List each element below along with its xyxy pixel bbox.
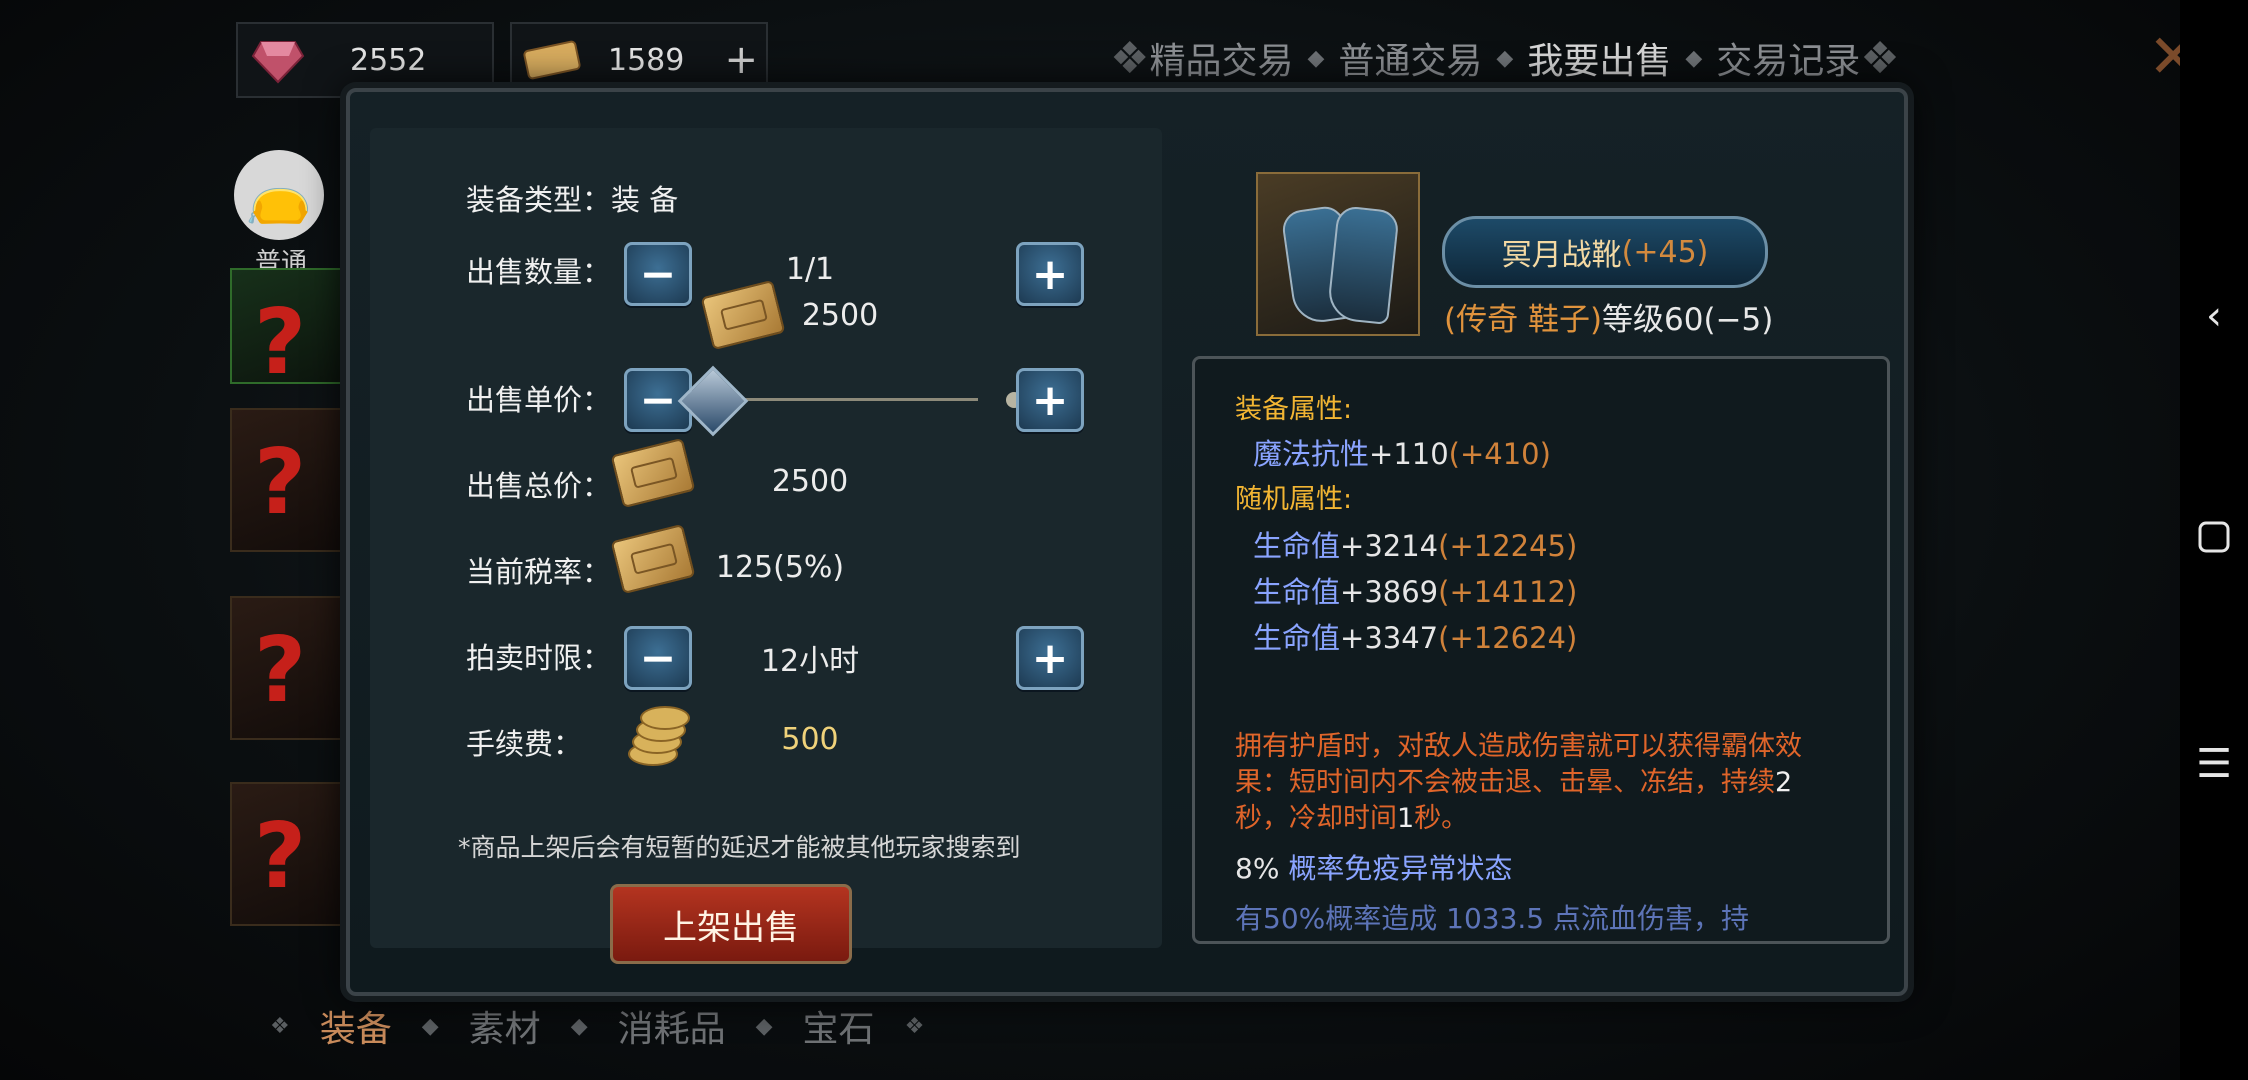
ticket-amount: 1589: [608, 42, 685, 78]
bag-icon: 👝: [234, 150, 324, 240]
time-decrease-button[interactable]: −: [624, 626, 692, 690]
gem-amount: 2552: [350, 42, 427, 78]
total-price-value: 2500: [771, 464, 849, 499]
gold-ticket-icon: [520, 32, 584, 88]
tabs-left-ornament: ❖: [1110, 32, 1150, 84]
menu-icon[interactable]: ☰: [2194, 744, 2234, 784]
tabs-right-ornament: ❖: [1860, 32, 1900, 84]
tab-sell[interactable]: 我要出售: [1527, 32, 1671, 84]
immune-attr: 8% 概率免疫异常状态: [1235, 852, 1513, 885]
item-rarity-level: (传奇 鞋子)等级60(−5): [1444, 294, 1773, 339]
equip-type-row: 装备类型： 装 备: [466, 168, 678, 228]
random-attr-header: 随机属性:: [1235, 484, 1353, 515]
equip-type-value: 装 备: [611, 183, 679, 217]
helmet-icon: ?: [254, 804, 307, 909]
auction-time-value: 12小时: [760, 644, 860, 679]
equip-attr-header: 装备属性:: [1235, 394, 1353, 425]
total-price-label: 出售总价：: [466, 469, 612, 503]
bleed-attr-clipped: 有50%概率造成 1033.5 点流血伤害，持: [1235, 902, 1750, 935]
qty-value: 1/1: [785, 252, 835, 287]
item-name: 冥月战靴: [1501, 238, 1622, 273]
boots-icon: ?: [254, 618, 307, 723]
system-nav-bar: ‹ ☰: [2180, 0, 2248, 1080]
item-name-bonus: (+45): [1621, 234, 1709, 270]
sell-form: 装备类型： 装 备 出售数量： − 1/1 + 2500 出售单价： − + 出…: [370, 128, 1162, 964]
gold-coins-icon: [618, 698, 690, 768]
time-increase-button[interactable]: +: [1016, 626, 1084, 690]
unit-price-label: 出售单价：: [466, 383, 612, 417]
tab-materials[interactable]: 素材: [469, 1000, 541, 1052]
sell-dialog: 装备类型： 装 备 出售数量： − 1/1 + 2500 出售单价： − + 出…: [346, 88, 1908, 996]
item-skill-description: 拥有护盾时，对敌人造成伤害就可以获得霸体效果：短时间内不会被击退、击晕、冻结，持…: [1235, 731, 1802, 834]
listing-delay-note: *商品上架后会有短暂的延迟才能被其他玩家搜索到: [458, 833, 1021, 862]
category-tabs: ❖ 装备 ◆ 素材 ◆ 消耗品 ◆ 宝石 ❖: [240, 1000, 954, 1052]
inventory-slot[interactable]: ?: [230, 596, 364, 740]
tab-gems[interactable]: 宝石: [803, 1000, 875, 1052]
tab-consumables[interactable]: 消耗品: [618, 1000, 726, 1052]
tab-normal-trade[interactable]: 普通交易: [1338, 32, 1482, 84]
armor-icon: ?: [254, 430, 307, 535]
list-for-sale-button[interactable]: 上架出售: [610, 884, 852, 964]
inventory-slot[interactable]: ?: [230, 268, 364, 395]
ruby-gem-icon: [246, 32, 310, 88]
fee-label: 手续费：: [466, 727, 583, 761]
random-attr: 生命值+3214(+12245): [1253, 529, 1578, 563]
category-normal[interactable]: 👝 普通: [234, 150, 328, 278]
qty-label: 出售数量：: [466, 255, 612, 289]
item-attributes-panel[interactable]: 装备属性: 魔法抗性+110(+410) 随机属性: 生命值+3214(+122…: [1192, 356, 1890, 944]
tab-trade-history[interactable]: 交易记录: [1716, 32, 1860, 84]
gold-ticket-icon: [610, 437, 696, 509]
inventory-slot[interactable]: ?: [230, 408, 364, 552]
home-icon[interactable]: [2194, 520, 2234, 560]
item-level: 等级60(−5): [1602, 302, 1774, 338]
random-attr: 生命值+3869(+14112): [1253, 575, 1578, 609]
inventory-slot[interactable]: ?: [230, 782, 364, 926]
price-increase-button[interactable]: +: [1016, 368, 1084, 432]
qty-increase-button[interactable]: +: [1016, 242, 1084, 306]
add-ticket-button[interactable]: +: [724, 37, 758, 83]
boots-icon: [1256, 172, 1420, 336]
helmet-icon: ?: [254, 290, 307, 395]
equip-type-label: 装备类型：: [466, 183, 612, 217]
price-slider-track[interactable]: [710, 398, 978, 401]
item-rarity: (传奇 鞋子): [1444, 302, 1603, 338]
equip-attr: 魔法抗性+110(+410): [1253, 437, 1551, 471]
game-scene: 2552 1589 + ❖ 精品交易 ◆ 普通交易 ◆ 我要出售 ◆ 交易记录 …: [0, 0, 2198, 1080]
random-attr: 生命值+3347(+12624): [1253, 621, 1578, 655]
tab-equipment[interactable]: 装备: [320, 1000, 392, 1052]
reference-price: 2500: [801, 298, 879, 333]
tab-premium-trade[interactable]: 精品交易: [1149, 32, 1293, 84]
item-name-plate: 冥月战靴 (+45): [1442, 216, 1768, 288]
currency-gem: 2552: [236, 22, 494, 98]
market-tabs: ❖ 精品交易 ◆ 普通交易 ◆ 我要出售 ◆ 交易记录 ❖: [1110, 32, 1900, 84]
tax-rate-label: 当前税率：: [466, 555, 612, 589]
currency-ticket: 1589 +: [510, 22, 768, 98]
tax-rate-value: 125(5%): [715, 550, 845, 585]
auction-time-label: 拍卖时限：: [466, 641, 612, 675]
qty-decrease-button[interactable]: −: [624, 242, 692, 306]
back-icon[interactable]: ‹: [2194, 296, 2234, 336]
fee-value: 500: [781, 722, 839, 757]
